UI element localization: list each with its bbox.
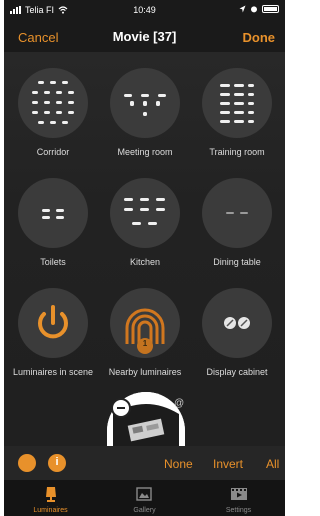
tile-label: Toilets xyxy=(40,257,66,267)
kitchen-luminaires-icon xyxy=(124,198,165,225)
meeting-room-luminaires-icon xyxy=(124,94,166,116)
display-cabinet-luminaires-icon xyxy=(224,317,250,329)
gallery-icon xyxy=(136,487,152,501)
invert-selection-button[interactable]: Invert xyxy=(213,457,243,471)
corridor-luminaires-icon xyxy=(32,81,74,124)
group-tile-nearby-luminaires[interactable]: 1 Nearby luminaires xyxy=(99,288,191,377)
group-tile-luminaires-in-scene[interactable]: Luminaires in scene xyxy=(7,288,99,377)
tile-label: Meeting room xyxy=(117,147,173,157)
tab-label: Luminaires xyxy=(33,507,68,514)
tab-gallery[interactable]: Gallery xyxy=(98,480,191,516)
accent-dot-icon[interactable] xyxy=(18,454,36,472)
select-none-button[interactable]: None xyxy=(164,457,193,471)
tab-label: Settings xyxy=(225,507,252,514)
tile-label: Corridor xyxy=(36,147,70,157)
tab-settings[interactable]: Settings xyxy=(192,480,285,516)
done-button[interactable]: Done xyxy=(243,30,276,45)
nav-bar: Cancel Movie [37] Done xyxy=(4,22,285,52)
location-icon xyxy=(239,5,246,13)
power-icon xyxy=(38,305,68,339)
tab-label: Gallery xyxy=(133,507,156,514)
dining-table-luminaires-icon xyxy=(226,212,248,214)
tile-label: Dining table xyxy=(213,257,261,267)
alarm-icon xyxy=(251,6,257,13)
status-bar: Telia FI 10:49 xyxy=(4,0,285,22)
lamp-icon xyxy=(46,487,56,502)
group-tile-dining-table[interactable]: Dining table xyxy=(191,178,283,267)
tile-label: Training room xyxy=(209,147,265,157)
training-room-luminaires-icon xyxy=(220,84,254,123)
toilets-luminaires-icon xyxy=(42,209,64,219)
tile-label: Kitchen xyxy=(129,257,161,267)
preview-marker-label: @ xyxy=(174,398,185,409)
battery-icon xyxy=(262,5,279,13)
tab-luminaires[interactable]: Luminaires xyxy=(4,480,97,516)
cancel-button[interactable]: Cancel xyxy=(18,30,58,45)
group-tile-display-cabinet[interactable]: Display cabinet xyxy=(191,288,283,377)
tile-label: Display cabinet xyxy=(206,367,268,377)
group-tile-kitchen[interactable]: Kitchen xyxy=(99,178,191,267)
group-tile-toilets[interactable]: Toilets xyxy=(7,178,99,267)
info-icon: i xyxy=(55,456,59,468)
scene-editor-screen: Telia FI 10:49 Cancel Movie [37] Done Co… xyxy=(4,0,285,516)
tab-bar: Luminaires Gallery Settings xyxy=(4,480,285,516)
nearby-count-badge: 1 xyxy=(142,339,148,348)
info-button[interactable]: i xyxy=(48,454,66,472)
tile-label: Luminaires in scene xyxy=(12,367,94,377)
tile-label: Nearby luminaires xyxy=(108,367,182,377)
select-all-button[interactable]: All xyxy=(266,457,279,471)
remove-preview-button[interactable] xyxy=(111,398,131,418)
settings-icon xyxy=(231,488,247,500)
group-tile-corridor[interactable]: Corridor xyxy=(7,68,99,157)
group-tile-training-room[interactable]: Training room xyxy=(191,68,283,157)
group-tile-meeting-room[interactable]: Meeting room xyxy=(99,68,191,157)
